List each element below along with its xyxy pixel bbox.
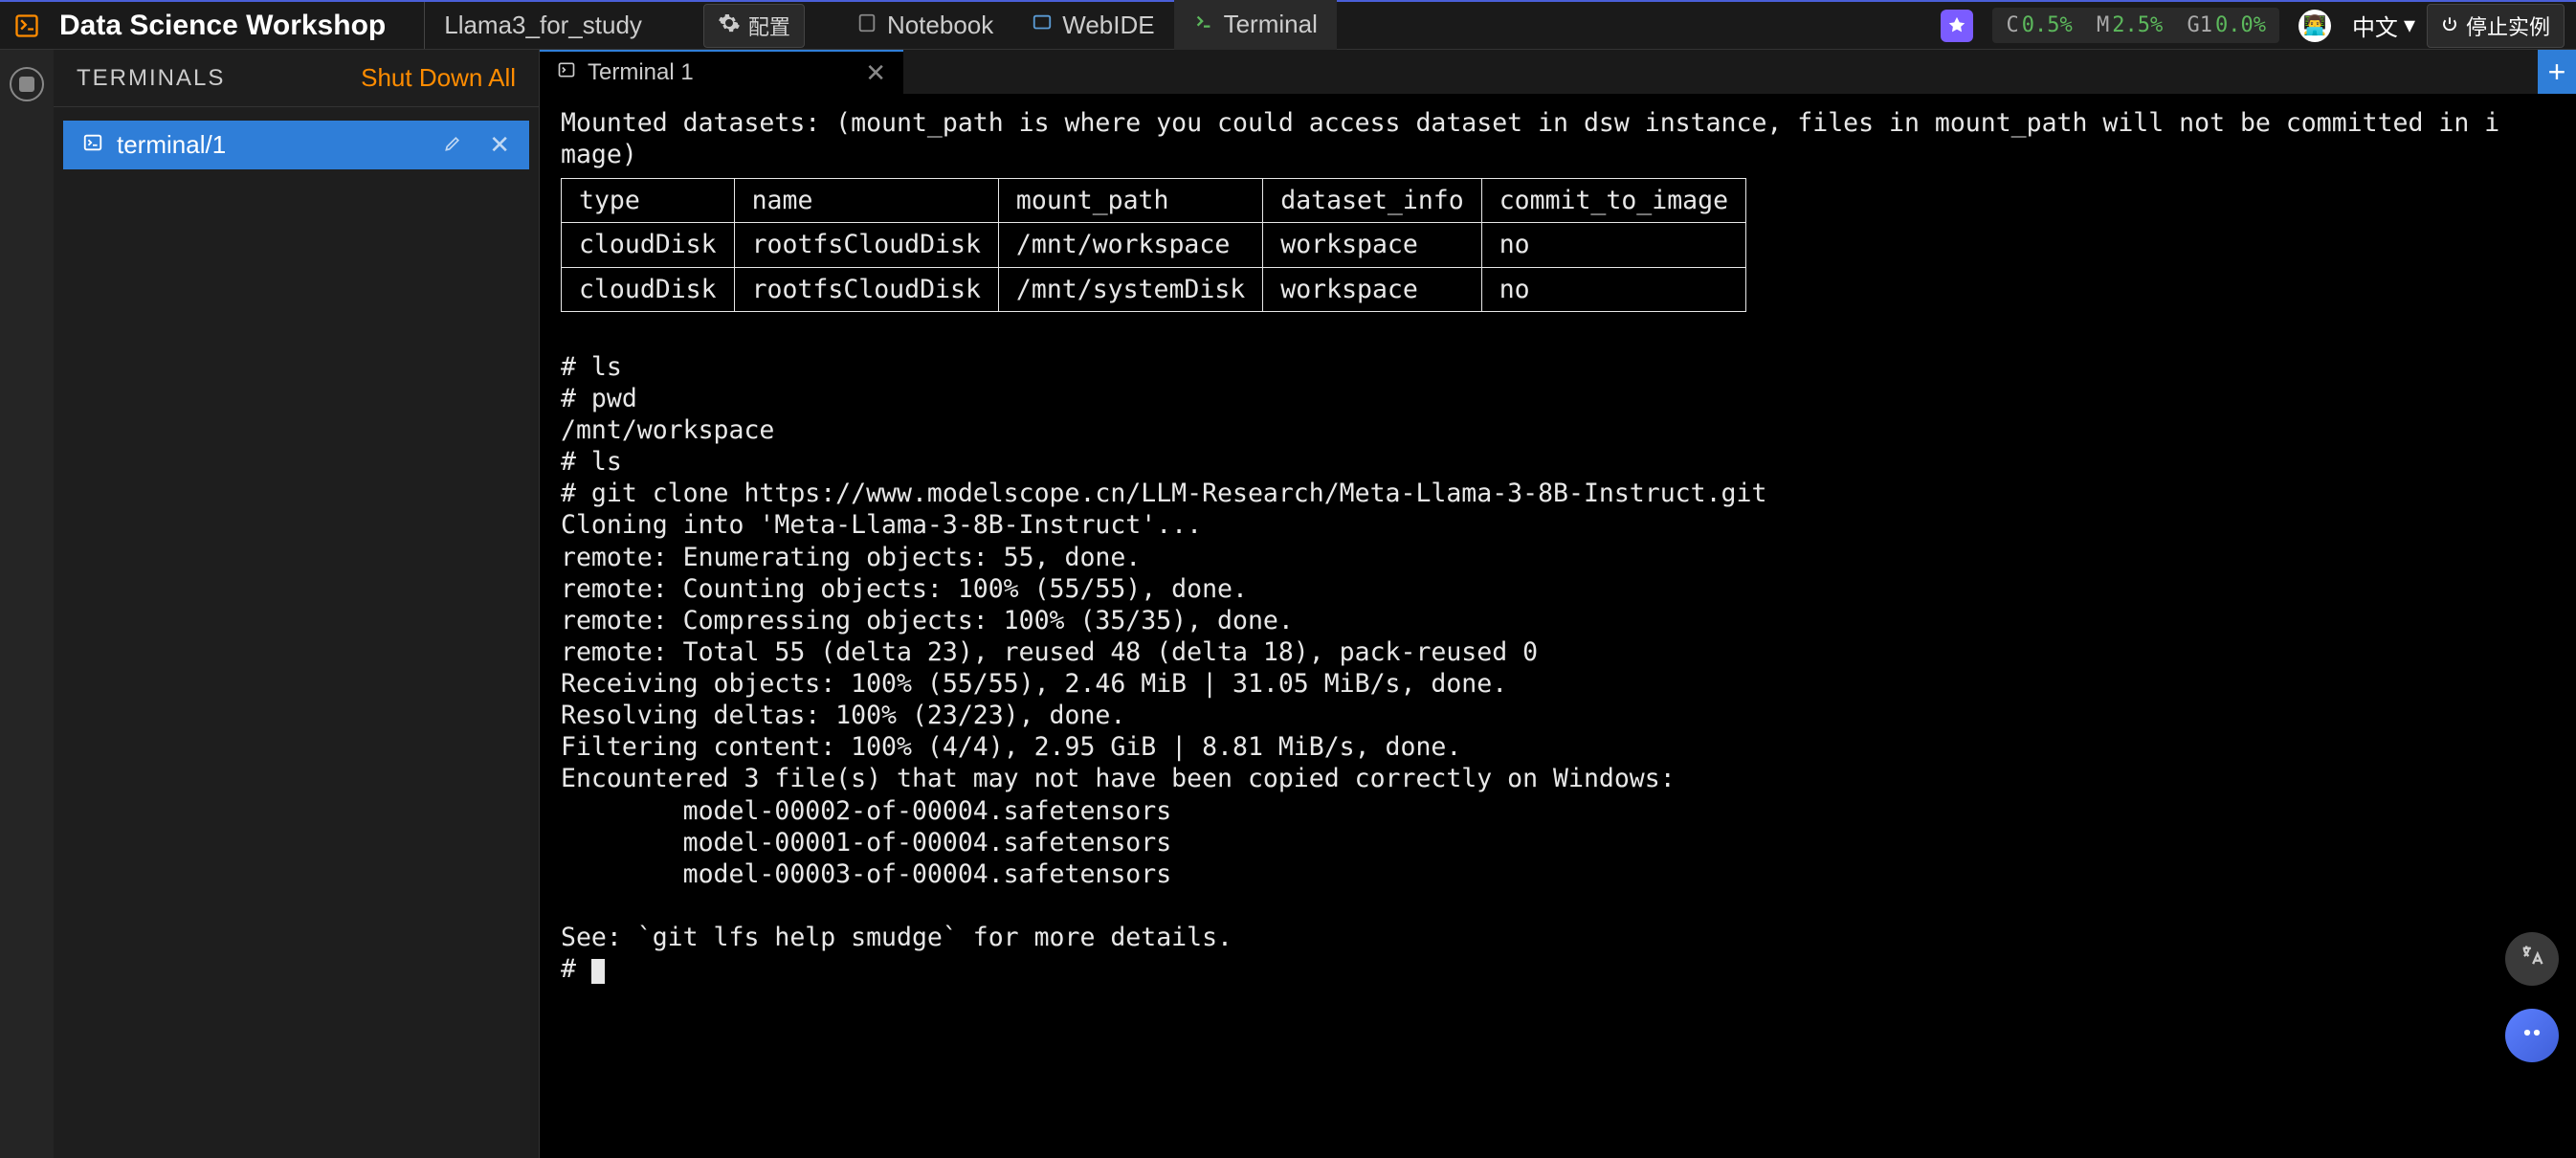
edit-icon[interactable] — [443, 130, 462, 160]
mem-label: M — [2097, 13, 2109, 37]
tab-terminal-icon — [557, 59, 576, 86]
gpu-value: 0.0% — [2215, 13, 2266, 37]
table-cell: no — [1481, 223, 1745, 267]
terminal-icon — [1193, 10, 1214, 39]
mounted-datasets-table: typenamemount_pathdataset_infocommit_to_… — [561, 178, 1746, 311]
terminal-item-icon — [82, 130, 103, 160]
activity-bar — [0, 50, 54, 1158]
gear-icon — [718, 11, 741, 40]
power-icon — [2441, 13, 2458, 38]
table-cell: no — [1481, 267, 1745, 311]
notebook-icon — [856, 11, 877, 40]
extension-icon[interactable] — [1941, 10, 1973, 42]
table-row: cloudDiskrootfsCloudDisk/mnt/workspacewo… — [562, 223, 1746, 267]
tab-terminal[interactable]: Terminal — [1174, 0, 1337, 51]
avatar[interactable]: 👨‍💻 — [2298, 10, 2331, 42]
terminal-cursor — [591, 959, 605, 984]
tab-close-icon[interactable]: ✕ — [865, 58, 886, 88]
table-cell: workspace — [1263, 223, 1481, 267]
webide-icon — [1032, 11, 1053, 40]
gpu-label: G1 — [2187, 13, 2212, 37]
assistant-icon — [2518, 1018, 2546, 1054]
tab-webide[interactable]: WebIDE — [1012, 1, 1173, 50]
table-header-cell: type — [562, 179, 735, 223]
table-header-cell: commit_to_image — [1481, 179, 1745, 223]
assistant-button[interactable] — [2505, 1009, 2559, 1062]
floating-buttons — [2505, 932, 2559, 1062]
table-header-cell: dataset_info — [1263, 179, 1481, 223]
table-cell: cloudDisk — [562, 267, 735, 311]
translate-button[interactable] — [2505, 932, 2559, 986]
sidebar-item-terminal-1[interactable]: terminal/1 ✕ — [63, 121, 529, 169]
resource-stats: C0.5% M2.5% G10.0% — [1992, 8, 2278, 43]
app-title: Data Science Workshop — [59, 10, 386, 42]
cpu-label: C — [2006, 13, 2018, 37]
shutdown-all-link[interactable]: Shut Down All — [361, 63, 516, 93]
tab-notebook[interactable]: Notebook — [837, 1, 1012, 50]
editor-tab-label: Terminal 1 — [588, 59, 694, 86]
language-selector[interactable]: 中文 ▾ — [2352, 9, 2415, 42]
table-header-cell: mount_path — [998, 179, 1262, 223]
table-cell: workspace — [1263, 267, 1481, 311]
sidebar: TERMINALS Shut Down All terminal/1 ✕ — [54, 50, 540, 1158]
top-header: Data Science Workshop Llama3_for_study 配… — [0, 0, 2576, 50]
editor-area: Terminal 1 ✕ + Mounted datasets: (mount_… — [540, 50, 2576, 1158]
tab-bar: Terminal 1 ✕ + — [540, 50, 2576, 94]
config-label: 配置 — [748, 11, 790, 41]
instance-name: Llama3_for_study — [424, 2, 661, 49]
close-icon[interactable]: ✕ — [489, 130, 510, 160]
table-cell: rootfsCloudDisk — [734, 267, 998, 311]
config-button[interactable]: 配置 — [703, 4, 805, 48]
sidebar-title: TERMINALS — [77, 65, 225, 92]
activity-terminals-icon[interactable] — [10, 67, 44, 101]
chevron-down-icon: ▾ — [2404, 11, 2415, 39]
table-row: cloudDiskrootfsCloudDisk/mnt/systemDiskw… — [562, 267, 1746, 311]
table-cell: cloudDisk — [562, 223, 735, 267]
table-cell: rootfsCloudDisk — [734, 223, 998, 267]
editor-tab-terminal-1[interactable]: Terminal 1 ✕ — [540, 50, 903, 94]
terminal-pre-text: Mounted datasets: (mount_path is where y… — [561, 108, 2499, 169]
terminal-post-text: # ls # pwd /mnt/workspace # ls # git clo… — [561, 352, 1766, 984]
sidebar-item-label: terminal/1 — [117, 130, 226, 160]
add-tab-button[interactable]: + — [2538, 50, 2576, 94]
mem-value: 2.5% — [2112, 13, 2163, 37]
translate-icon — [2519, 943, 2545, 976]
table-cell: /mnt/workspace — [998, 223, 1262, 267]
stop-instance-button[interactable]: 停止实例 — [2427, 4, 2565, 48]
terminal-output[interactable]: Mounted datasets: (mount_path is where y… — [540, 94, 2576, 1158]
cpu-value: 0.5% — [2022, 13, 2073, 37]
table-header-cell: name — [734, 179, 998, 223]
app-logo-icon — [11, 11, 42, 41]
table-cell: /mnt/systemDisk — [998, 267, 1262, 311]
